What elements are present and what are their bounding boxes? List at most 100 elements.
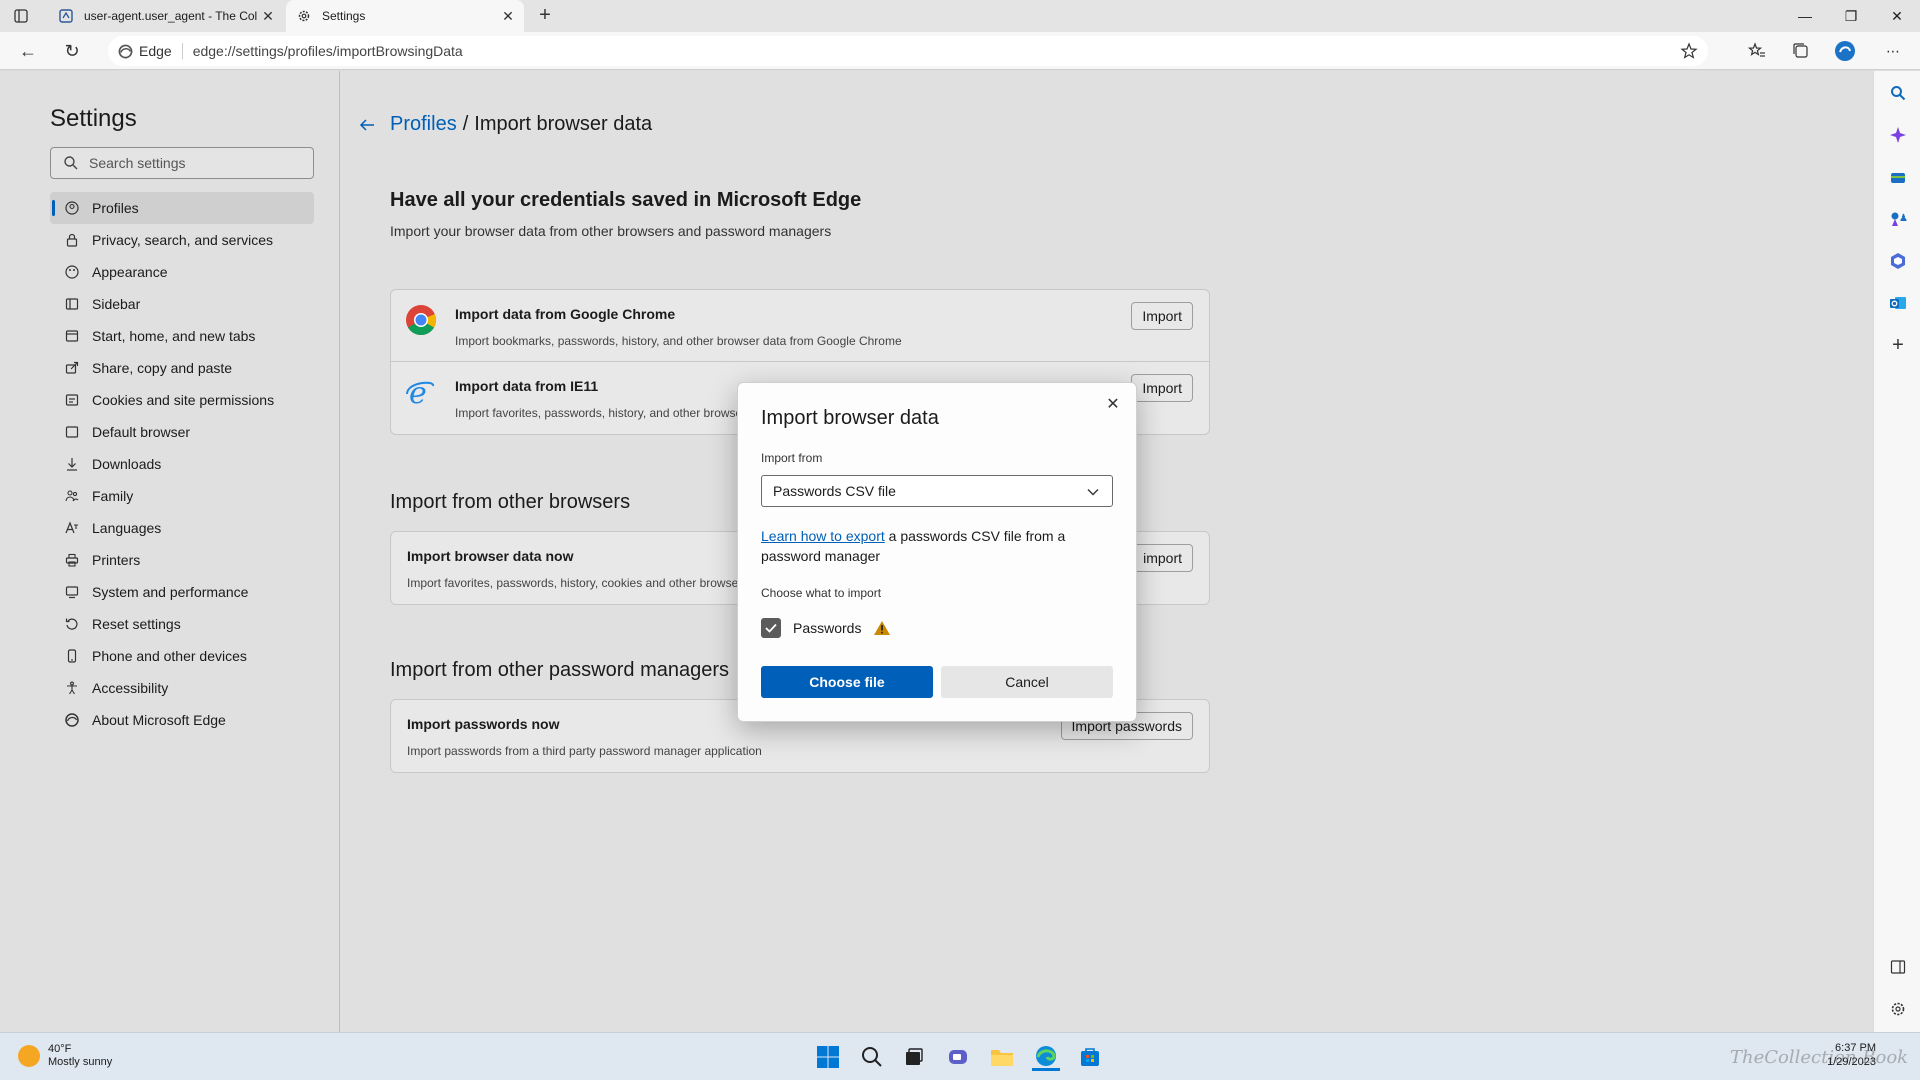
shopping-icon[interactable] <box>1888 167 1908 187</box>
sidebar-item-downloads[interactable]: Downloads <box>50 448 314 480</box>
close-window-button[interactable]: ✕ <box>1874 0 1920 32</box>
sidebar-item-languages[interactable]: Languages <box>50 512 314 544</box>
checkmark-icon <box>765 623 777 633</box>
import-browser-desc: Import favorites, passwords, history, co… <box>407 576 739 590</box>
collections-icon[interactable] <box>1790 40 1812 62</box>
import-chrome-button[interactable]: Import <box>1131 302 1193 330</box>
chat-icon[interactable] <box>944 1043 972 1071</box>
settings-title: Settings <box>50 105 137 132</box>
sidebar-item-profiles[interactable]: Profiles <box>50 192 314 224</box>
sidebar-item-accessibility[interactable]: Accessibility <box>50 672 314 704</box>
learn-how-to-export-link[interactable]: Learn how to export <box>761 528 885 544</box>
import-ie11-button[interactable]: Import <box>1131 374 1193 402</box>
close-tab-icon[interactable]: ✕ <box>258 6 278 26</box>
sidebar-item-label: Appearance <box>92 264 168 280</box>
breadcrumb-profiles-link[interactable]: Profiles <box>390 113 457 136</box>
taskbar: 40°F Mostly sunny TheCollection Book 6:3… <box>0 1032 1920 1080</box>
discover-icon[interactable] <box>1888 125 1908 145</box>
file-explorer-icon[interactable] <box>988 1043 1016 1071</box>
clock-time: 6:37 PM <box>1835 1042 1876 1054</box>
tab-user-agent[interactable]: user-agent.user_agent - The Coll ✕ <box>48 0 284 32</box>
password-managers-heading: Import from other password managers <box>390 659 730 681</box>
choose-file-button[interactable]: Choose file <box>761 666 933 698</box>
document-icon <box>58 8 74 24</box>
sidebar-item-about[interactable]: About Microsoft Edge <box>50 704 314 736</box>
ie-logo-icon: e <box>406 376 434 408</box>
choose-what-to-import-label: Choose what to import <box>761 586 882 600</box>
new-tab-button[interactable]: + <box>534 5 556 27</box>
search-settings-input[interactable]: Search settings <box>50 147 314 179</box>
restore-button[interactable]: ❐ <box>1828 0 1874 32</box>
task-view-icon[interactable] <box>900 1043 928 1071</box>
search-icon[interactable] <box>858 1043 886 1071</box>
phone-icon <box>64 648 80 664</box>
home-icon <box>64 328 80 344</box>
refresh-icon[interactable]: ↻ <box>60 39 84 63</box>
sidebar-item-label: Reset settings <box>92 616 181 632</box>
sidebar-item-label: Cookies and site permissions <box>92 392 275 408</box>
edge-site-chip[interactable]: Edge <box>108 43 183 59</box>
edge-logo-icon <box>118 44 133 58</box>
store-icon[interactable] <box>1076 1043 1104 1071</box>
weather-text: 40°F Mostly sunny <box>48 1043 112 1069</box>
sidebar-item-cookies[interactable]: Cookies and site permissions <box>50 384 314 416</box>
address-bar[interactable]: Edge edge://settings/profiles/importBrow… <box>108 36 1708 66</box>
url-text: edge://settings/profiles/importBrowsingD… <box>192 43 463 59</box>
sidebar-item-printers[interactable]: Printers <box>50 544 314 576</box>
close-tab-icon[interactable]: ✕ <box>498 6 518 26</box>
close-icon[interactable]: ✕ <box>1102 393 1124 415</box>
tab-settings[interactable]: Settings ✕ <box>286 0 524 32</box>
sidebar-item-family[interactable]: Family <box>50 480 314 512</box>
sidebar-item-share[interactable]: Share, copy and paste <box>50 352 314 384</box>
import-browser-button[interactable]: import <box>1132 544 1193 572</box>
back-arrow-icon[interactable] <box>358 115 378 135</box>
gear-icon <box>296 8 312 24</box>
minimize-button[interactable]: — <box>1782 0 1828 32</box>
search-icon[interactable] <box>1888 83 1908 103</box>
sidebar-item-phone[interactable]: Phone and other devices <box>50 640 314 672</box>
warning-icon <box>874 621 891 635</box>
sidebar-item-system[interactable]: System and performance <box>50 576 314 608</box>
start-icon[interactable] <box>814 1043 842 1071</box>
sidebar-item-reset[interactable]: Reset settings <box>50 608 314 640</box>
clock[interactable]: 6:37 PM 1/29/2023 <box>1827 1041 1876 1069</box>
import-source-select[interactable]: Passwords CSV file <box>761 475 1113 507</box>
edge-taskbar-icon[interactable] <box>1032 1043 1060 1071</box>
passwords-checkbox-row: Passwords <box>761 618 891 638</box>
outlook-icon[interactable] <box>1888 293 1908 313</box>
sidebar-item-sidebar[interactable]: Sidebar <box>50 288 314 320</box>
edge-icon <box>64 712 80 728</box>
office-icon[interactable] <box>1888 251 1908 271</box>
sidebar-item-appearance[interactable]: Appearance <box>50 256 314 288</box>
sidebar-item-default-browser[interactable]: Default browser <box>50 416 314 448</box>
sidebar-item-start-home[interactable]: Start, home, and new tabs <box>50 320 314 352</box>
more-options-icon[interactable]: ⋯ <box>1882 40 1904 62</box>
import-chrome-desc: Import bookmarks, passwords, history, an… <box>455 334 902 348</box>
settings-sidebar: Settings Search settings Profiles Privac… <box>0 71 340 1032</box>
download-icon <box>64 456 80 472</box>
cancel-button[interactable]: Cancel <box>941 666 1113 698</box>
profile-avatar[interactable] <box>1834 40 1856 62</box>
favorites-icon[interactable] <box>1746 40 1768 62</box>
cookie-icon <box>64 392 80 408</box>
sidebar-settings-icon[interactable] <box>1888 999 1908 1019</box>
import-chrome-title: Import data from Google Chrome <box>455 306 676 322</box>
import-ie11-title: Import data from IE11 <box>455 378 599 394</box>
browser-icon <box>64 424 80 440</box>
hide-sidebar-icon[interactable] <box>1888 957 1908 977</box>
sidebar-item-label: Sidebar <box>92 296 141 312</box>
back-arrow-icon[interactable]: ← <box>16 39 40 63</box>
passwords-checkbox[interactable] <box>761 618 781 638</box>
import-from-label: Import from <box>761 451 823 465</box>
weather-widget[interactable]: 40°F Mostly sunny <box>18 1043 112 1069</box>
sidebar-item-privacy[interactable]: Privacy, search, and services <box>50 224 314 256</box>
import-browser-title: Import browser data now <box>407 548 574 564</box>
sidebar-item-label: Family <box>92 488 134 504</box>
import-source-value: Passwords CSV file <box>773 483 896 499</box>
games-icon[interactable]: ♟ <box>1888 209 1908 229</box>
add-favorite-icon[interactable] <box>1680 42 1698 60</box>
add-sidebar-app-icon[interactable]: + <box>1888 334 1908 356</box>
sidebar-item-label: Privacy, search, and services <box>92 232 274 248</box>
language-icon <box>64 520 80 536</box>
tab-actions-icon[interactable] <box>12 7 30 25</box>
